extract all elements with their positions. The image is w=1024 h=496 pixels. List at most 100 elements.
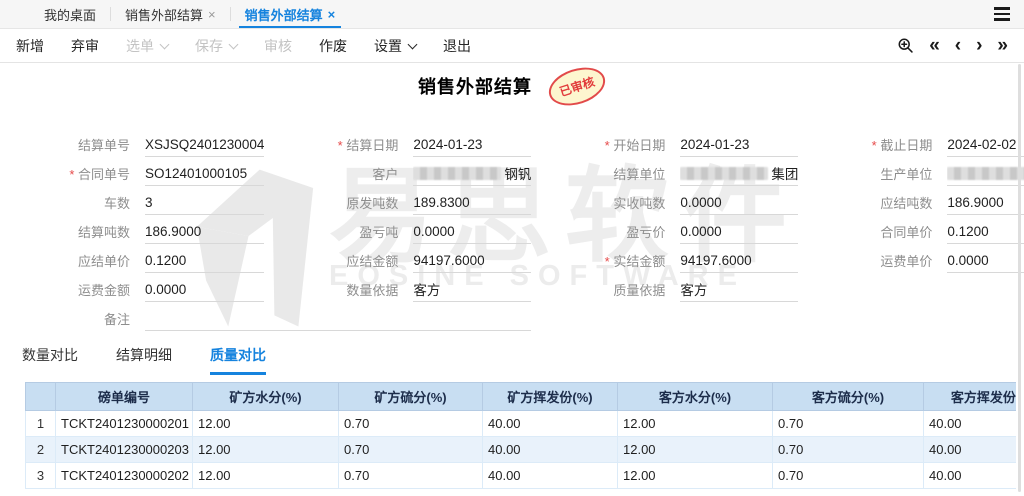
first-record-icon[interactable]: « — [929, 36, 940, 55]
contract-price-input[interactable]: 0.1200 — [947, 220, 1024, 244]
page-title: 销售外部结算 — [418, 73, 532, 99]
field-due-tons: 应结吨数186.9000 — [822, 188, 1024, 217]
freight-amount-input[interactable]: 0.0000 — [145, 278, 264, 302]
col-customer-volatile[interactable]: 客方挥发份(%) — [924, 383, 1017, 411]
quality-basis-input[interactable]: 客方 — [680, 278, 798, 302]
form-spacer — [822, 275, 1024, 304]
field-contract-no: 合同单号SO12401000105 — [20, 159, 288, 188]
contract-no-input[interactable]: SO12401000105 — [145, 162, 264, 186]
start-date-input[interactable]: 2024-01-23 — [680, 133, 798, 157]
due-amount-input[interactable]: 94197.6000 — [413, 249, 531, 273]
tab-label: 销售外部结算 — [125, 5, 203, 24]
last-record-icon[interactable]: » — [997, 36, 1008, 55]
exit-button[interactable]: 退出 — [443, 36, 471, 56]
title-bar: 销售外部结算 已审核 — [0, 63, 1024, 109]
tab-quality-comparison[interactable]: 质量对比 — [210, 345, 266, 375]
chevron-down-icon — [408, 39, 418, 49]
remark-input[interactable] — [145, 307, 531, 331]
vertical-scrollbar[interactable] — [1018, 64, 1021, 492]
settlement-unit-input[interactable]: 集团 — [680, 162, 798, 186]
void-button[interactable]: 作废 — [319, 36, 347, 56]
settlement-date-input[interactable]: 2024-01-23 — [413, 133, 531, 157]
due-price-input[interactable]: 0.1200 — [145, 249, 264, 273]
table-header-row: 磅单编号 矿方水分(%) 矿方硫分(%) 矿方挥发份(%) 客方水分(%) 客方… — [26, 383, 1017, 411]
field-due-price: 应结单价0.1200 — [20, 246, 288, 275]
field-settlement-unit: 结算单位集团 — [555, 159, 822, 188]
previous-record-icon[interactable]: ‹ — [955, 36, 961, 55]
field-freight-price: 运费单价0.0000 — [822, 246, 1024, 275]
toolbar: 新增 弃审 选单 保存 审核 作废 设置 退出 « ‹ › » — [0, 29, 1024, 63]
tab-my-desktop[interactable]: 我的桌面 — [30, 0, 110, 28]
tab-label: 销售外部结算 — [245, 5, 323, 24]
col-row-number — [26, 383, 56, 411]
customer-input[interactable]: 钢钒 — [413, 162, 531, 186]
field-end-date: 截止日期2024-02-02 — [822, 130, 1024, 159]
freight-price-input[interactable]: 0.0000 — [947, 249, 1024, 273]
gain-loss-tons-input[interactable]: 0.0000 — [413, 220, 531, 244]
col-mine-moisture[interactable]: 矿方水分(%) — [193, 383, 339, 411]
zoom-in-icon[interactable] — [897, 37, 914, 54]
end-date-input[interactable]: 2024-02-02 — [947, 133, 1024, 157]
field-settlement-date: 结算日期2024-01-23 — [288, 130, 555, 159]
save-dropdown-button[interactable]: 保存 — [195, 36, 237, 56]
field-settled-tons: 结算吨数186.9000 — [20, 217, 288, 246]
window-tab-bar: 我的桌面 销售外部结算 × 销售外部结算 × — [0, 0, 1024, 29]
select-order-dropdown-button[interactable]: 选单 — [126, 36, 168, 56]
table-row[interactable]: 2 TCKT2401230000203 12.00 0.70 40.00 12.… — [26, 437, 1017, 463]
production-unit-input[interactable]: 分公司 — [947, 162, 1024, 186]
col-customer-moisture[interactable]: 客方水分(%) — [618, 383, 773, 411]
truck-count-input[interactable]: 3 — [145, 191, 264, 215]
original-tons-input[interactable]: 189.8300 — [413, 191, 531, 215]
settings-dropdown-button[interactable]: 设置 — [374, 36, 416, 56]
received-tons-input[interactable]: 0.0000 — [680, 191, 798, 215]
close-icon[interactable]: × — [328, 8, 336, 21]
field-quality-basis: 质量依据客方 — [555, 275, 822, 304]
app-window: 我的桌面 销售外部结算 × 销售外部结算 × 新增 弃审 选单 保存 审核 作废… — [0, 0, 1024, 496]
redacted-block — [947, 167, 1024, 180]
settled-tons-input[interactable]: 186.9000 — [145, 220, 264, 244]
table-row[interactable]: 3 TCKT2401230000202 12.00 0.70 40.00 12.… — [26, 463, 1017, 489]
tab-sales-external-settlement-1[interactable]: 销售外部结算 × — [111, 0, 230, 28]
gain-loss-price-input[interactable]: 0.0000 — [680, 220, 798, 244]
field-actual-amount: 实结金额94197.6000 — [555, 246, 822, 275]
field-quantity-basis: 数量依据客方 — [288, 275, 555, 304]
field-received-tons: 实收吨数0.0000 — [555, 188, 822, 217]
field-settlement-no: 结算单号XSJSQ2401230004 — [20, 130, 288, 159]
tab-sales-external-settlement-2[interactable]: 销售外部结算 × — [231, 0, 350, 28]
cancel-audit-button[interactable]: 弃审 — [71, 36, 99, 56]
close-icon[interactable]: × — [208, 8, 216, 21]
tab-quantity-comparison[interactable]: 数量对比 — [22, 345, 78, 375]
new-button[interactable]: 新增 — [16, 36, 44, 56]
chevron-down-icon — [160, 39, 170, 49]
col-weighbill-no[interactable]: 磅单编号 — [56, 383, 193, 411]
field-truck-count: 车数3 — [20, 188, 288, 217]
field-gain-loss-price: 盈亏价0.0000 — [555, 217, 822, 246]
quantity-basis-input[interactable]: 客方 — [413, 278, 531, 302]
field-remark: 备注 — [20, 304, 555, 333]
redacted-block — [680, 167, 768, 180]
due-tons-input[interactable]: 186.9000 — [947, 191, 1024, 215]
field-contract-price: 合同单价0.1200 — [822, 217, 1024, 246]
detail-tab-bar: 数量对比 结算明细 质量对比 — [0, 345, 1024, 375]
tab-label: 我的桌面 — [44, 5, 96, 24]
field-customer: 客户钢钒 — [288, 159, 555, 188]
field-due-amount: 应结金额94197.6000 — [288, 246, 555, 275]
field-gain-loss-tons: 盈亏吨0.0000 — [288, 217, 555, 246]
hamburger-menu-icon[interactable] — [994, 0, 1010, 28]
settlement-no-input[interactable]: XSJSQ2401230004 — [145, 133, 264, 157]
audit-button[interactable]: 审核 — [264, 36, 292, 56]
record-navigation: « ‹ › » — [897, 36, 1008, 55]
settlement-form: 结算单号XSJSQ2401230004 结算日期2024-01-23 开始日期2… — [0, 109, 1024, 333]
field-start-date: 开始日期2024-01-23 — [555, 130, 822, 159]
next-record-icon[interactable]: › — [976, 36, 982, 55]
field-freight-amount: 运费金额0.0000 — [20, 275, 288, 304]
actual-amount-input[interactable]: 94197.6000 — [680, 249, 798, 273]
field-production-unit: 生产单位分公司 — [822, 159, 1024, 188]
col-mine-sulfur[interactable]: 矿方硫分(%) — [339, 383, 483, 411]
col-customer-sulfur[interactable]: 客方硫分(%) — [773, 383, 924, 411]
col-mine-volatile[interactable]: 矿方挥发份(%) — [483, 383, 618, 411]
tab-settlement-detail[interactable]: 结算明细 — [116, 345, 172, 375]
quality-comparison-table: 磅单编号 矿方水分(%) 矿方硫分(%) 矿方挥发份(%) 客方水分(%) 客方… — [25, 382, 1016, 489]
table-row[interactable]: 1 TCKT2401230000201 12.00 0.70 40.00 12.… — [26, 411, 1017, 437]
redacted-block — [413, 167, 501, 180]
